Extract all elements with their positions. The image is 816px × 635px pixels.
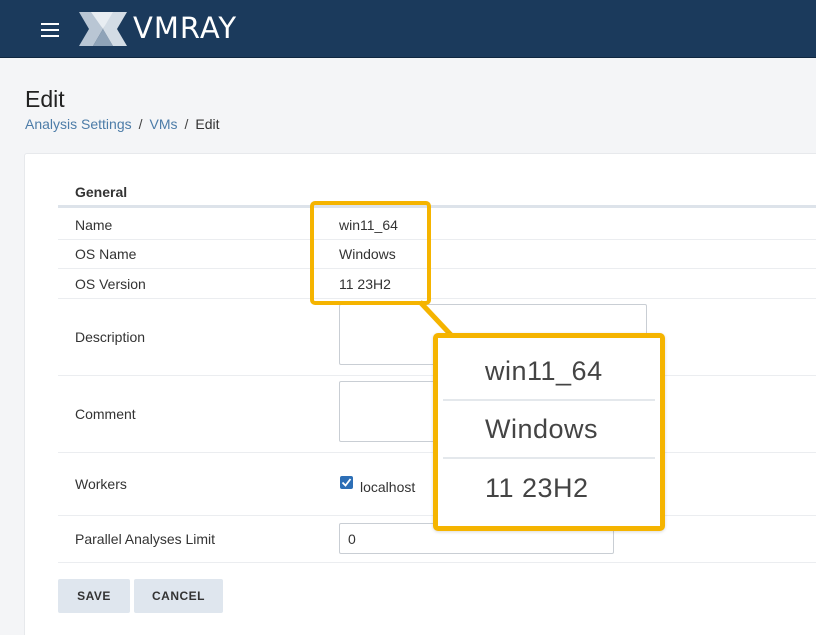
section-divider — [58, 205, 816, 208]
section-title-general: General — [75, 184, 128, 200]
save-button[interactable]: SAVE — [58, 579, 130, 613]
workers-localhost-label[interactable]: localhost — [360, 479, 415, 495]
parallel-analyses-limit-label: Parallel Analyses Limit — [75, 531, 216, 547]
os-version-label: OS Version — [75, 276, 146, 292]
cancel-button[interactable]: CANCEL — [134, 579, 223, 613]
zoom-name-value: win11_64 — [443, 343, 655, 401]
zoom-callout: win11_64 Windows 11 23H2 — [433, 333, 665, 531]
zoom-os-name-value: Windows — [443, 401, 655, 459]
breadcrumb-separator: / — [138, 116, 143, 132]
breadcrumb-analysis-settings[interactable]: Analysis Settings — [25, 116, 132, 132]
row-divider — [58, 298, 816, 299]
os-name-label: OS Name — [75, 246, 137, 262]
name-label: Name — [75, 217, 113, 233]
brand-name[interactable]: VMRAY — [133, 11, 237, 45]
breadcrumb-vms[interactable]: VMs — [150, 116, 178, 132]
zoom-os-version-value: 11 23H2 — [485, 472, 589, 503]
row-divider — [58, 239, 816, 240]
workers-label: Workers — [75, 476, 127, 492]
breadcrumb-separator: / — [184, 116, 189, 132]
description-label: Description — [75, 329, 146, 345]
breadcrumb-current: Edit — [195, 116, 220, 132]
breadcrumb: Analysis Settings / VMs / Edit — [25, 116, 220, 132]
vmray-logo-icon — [79, 12, 127, 46]
workers-localhost-checkbox[interactable] — [340, 476, 353, 489]
hamburger-menu-icon[interactable] — [41, 23, 59, 37]
checkmark-icon — [341, 478, 352, 487]
comment-label: Comment — [75, 406, 136, 422]
top-navigation-bar: VMRAY — [0, 0, 816, 58]
page-title: Edit — [25, 86, 65, 112]
row-divider — [58, 268, 816, 269]
row-divider — [58, 562, 816, 563]
highlight-frame — [310, 201, 431, 305]
